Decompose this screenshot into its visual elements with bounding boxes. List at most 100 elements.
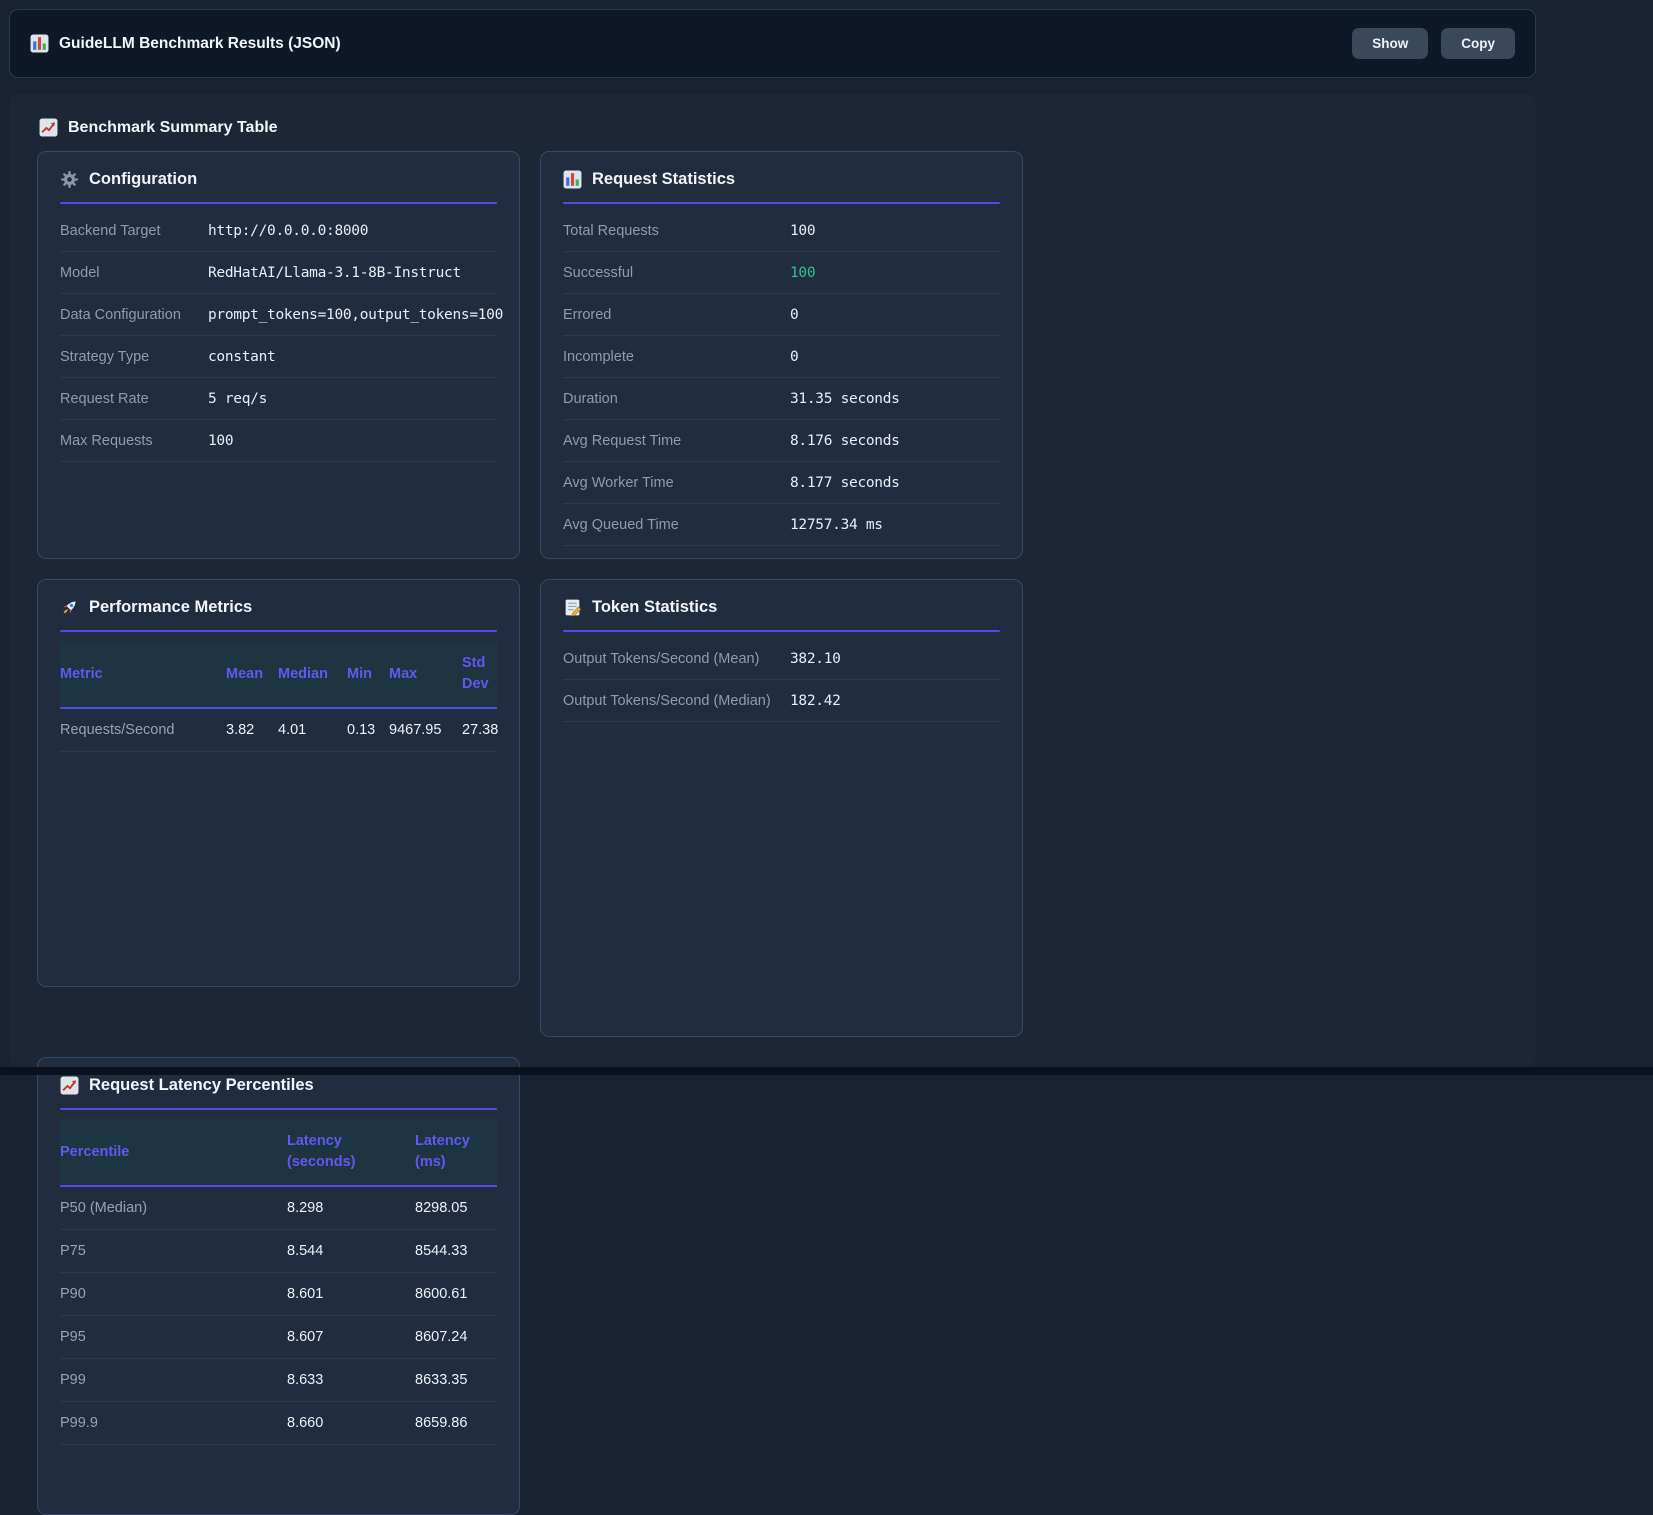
cell-latency-ms: 8633.35: [415, 1372, 497, 1388]
row-label: Data Configuration: [60, 307, 208, 323]
column-header-latency-ms: Latency (ms): [415, 1119, 497, 1185]
performance-metrics-table-header: Metric Mean Median Min Max Std Dev: [60, 641, 497, 709]
row-value: 182.42: [790, 693, 1000, 709]
memo-icon: [563, 598, 582, 617]
performance-metrics-card-title-text: Performance Metrics: [89, 598, 252, 617]
cell-max: 9467.95: [389, 722, 462, 738]
token-statistics-card-title: Token Statistics: [563, 598, 1000, 617]
row-value-success: 100: [790, 265, 1000, 281]
show-button[interactable]: Show: [1352, 28, 1428, 59]
config-row-strategy-type: Strategy Type constant: [60, 336, 497, 378]
page-title: GuideLLM Benchmark Results (JSON): [30, 34, 341, 53]
config-row-data-configuration: Data Configuration prompt_tokens=100,out…: [60, 294, 497, 336]
token-row-output-tokens-median: Output Tokens/Second (Median) 182.42: [563, 680, 1000, 722]
stat-row-successful: Successful 100: [563, 252, 1000, 294]
gear-icon: [60, 170, 79, 189]
column-header-std-dev: Std Dev: [462, 641, 497, 707]
config-row-backend-target: Backend Target http://0.0.0.0:8000: [60, 210, 497, 252]
latency-percentiles-card: Request Latency Percentiles Percentile L…: [37, 1057, 520, 1515]
config-row-model: Model RedHatAI/Llama-3.1-8B-Instruct: [60, 252, 497, 294]
configuration-card: Configuration Backend Target http://0.0.…: [37, 151, 520, 559]
stat-row-total-requests: Total Requests 100: [563, 210, 1000, 252]
table-row-p95: P95 8.607 8607.24: [60, 1316, 497, 1359]
bar-chart-icon: [563, 170, 582, 189]
cell-latency-ms: 8659.86: [415, 1415, 497, 1431]
table-row-p90: P90 8.601 8600.61: [60, 1273, 497, 1316]
cell-percentile: P50 (Median): [60, 1200, 287, 1216]
accent-divider: [563, 630, 1000, 632]
row-label: Successful: [563, 265, 790, 281]
row-label: Avg Queued Time: [563, 517, 790, 533]
bottom-edge-strip: [0, 1067, 1653, 1075]
accent-divider: [563, 202, 1000, 204]
configuration-card-title-text: Configuration: [89, 170, 197, 189]
token-statistics-rows: Output Tokens/Second (Mean) 382.10 Outpu…: [563, 638, 1000, 722]
stat-row-avg-worker-time: Avg Worker Time 8.177 seconds: [563, 462, 1000, 504]
cell-latency-ms: 8544.33: [415, 1243, 497, 1259]
rocket-icon: [60, 598, 79, 617]
row-value: RedHatAI/Llama-3.1-8B-Instruct: [208, 265, 497, 281]
header-bar: GuideLLM Benchmark Results (JSON) Show C…: [9, 9, 1536, 78]
accent-divider: [60, 202, 497, 204]
table-row-p99-9: P99.9 8.660 8659.86: [60, 1402, 497, 1445]
accent-divider: [60, 1108, 497, 1110]
cell-latency-ms: 8600.61: [415, 1286, 497, 1302]
performance-metrics-card: Performance Metrics Metric Mean Median M…: [37, 579, 520, 987]
row-value: 0: [790, 349, 1000, 365]
chart-increasing-icon: [39, 118, 58, 137]
header-actions: Show Copy: [1352, 28, 1515, 59]
stat-row-errored: Errored 0: [563, 294, 1000, 336]
cell-latency-seconds: 8.298: [287, 1200, 415, 1216]
row-label: Request Rate: [60, 391, 208, 407]
config-row-max-requests: Max Requests 100: [60, 420, 497, 462]
request-statistics-card-title-text: Request Statistics: [592, 170, 735, 189]
copy-button[interactable]: Copy: [1441, 28, 1515, 59]
bar-chart-icon: [30, 34, 49, 53]
cell-metric: Requests/Second: [60, 722, 226, 738]
row-label: Avg Worker Time: [563, 475, 790, 491]
row-label: Errored: [563, 307, 790, 323]
row-value: prompt_tokens=100,output_tokens=100: [208, 307, 503, 323]
config-row-request-rate: Request Rate 5 req/s: [60, 378, 497, 420]
benchmark-summary-section: Benchmark Summary Table Configuration Ba…: [9, 94, 1536, 1067]
table-row-p75: P75 8.544 8544.33: [60, 1230, 497, 1273]
request-statistics-rows: Total Requests 100 Successful 100 Errore…: [563, 210, 1000, 546]
token-row-output-tokens-mean: Output Tokens/Second (Mean) 382.10: [563, 638, 1000, 680]
stat-row-duration: Duration 31.35 seconds: [563, 378, 1000, 420]
cell-std-dev: 27.38: [462, 722, 502, 738]
stat-row-avg-queued-time: Avg Queued Time 12757.34 ms: [563, 504, 1000, 546]
page-title-text: GuideLLM Benchmark Results (JSON): [59, 35, 341, 53]
row-label: Strategy Type: [60, 349, 208, 365]
cell-median: 4.01: [278, 722, 347, 738]
cell-mean: 3.82: [226, 722, 278, 738]
cell-latency-seconds: 8.544: [287, 1243, 415, 1259]
stat-row-incomplete: Incomplete 0: [563, 336, 1000, 378]
stat-row-avg-request-time: Avg Request Time 8.176 seconds: [563, 420, 1000, 462]
configuration-rows: Backend Target http://0.0.0.0:8000 Model…: [60, 210, 497, 462]
column-header-min: Min: [347, 652, 389, 697]
token-statistics-card-title-text: Token Statistics: [592, 598, 717, 617]
row-label: Max Requests: [60, 433, 208, 449]
cell-latency-seconds: 8.607: [287, 1329, 415, 1345]
table-row-p50: P50 (Median) 8.298 8298.05: [60, 1187, 497, 1230]
accent-divider: [60, 630, 497, 632]
row-value: 5 req/s: [208, 391, 497, 407]
row-value: 8.176 seconds: [790, 433, 1000, 449]
cell-percentile: P99: [60, 1372, 287, 1388]
cell-latency-ms: 8298.05: [415, 1200, 497, 1216]
section-heading-text: Benchmark Summary Table: [68, 119, 278, 137]
cell-latency-ms: 8607.24: [415, 1329, 497, 1345]
column-header-median: Median: [278, 652, 347, 697]
row-value: 12757.34 ms: [790, 517, 1000, 533]
row-label: Total Requests: [563, 223, 790, 239]
column-header-percentile: Percentile: [60, 1130, 287, 1175]
request-statistics-card: Request Statistics Total Requests 100 Su…: [540, 151, 1023, 559]
row-value: 100: [208, 433, 497, 449]
row-label: Duration: [563, 391, 790, 407]
row-value: http://0.0.0.0:8000: [208, 223, 497, 239]
row-label: Output Tokens/Second (Mean): [563, 651, 790, 667]
cards-grid: Configuration Backend Target http://0.0.…: [37, 151, 1517, 1515]
configuration-card-title: Configuration: [60, 170, 497, 189]
section-heading: Benchmark Summary Table: [39, 118, 1517, 137]
row-value: 31.35 seconds: [790, 391, 1000, 407]
